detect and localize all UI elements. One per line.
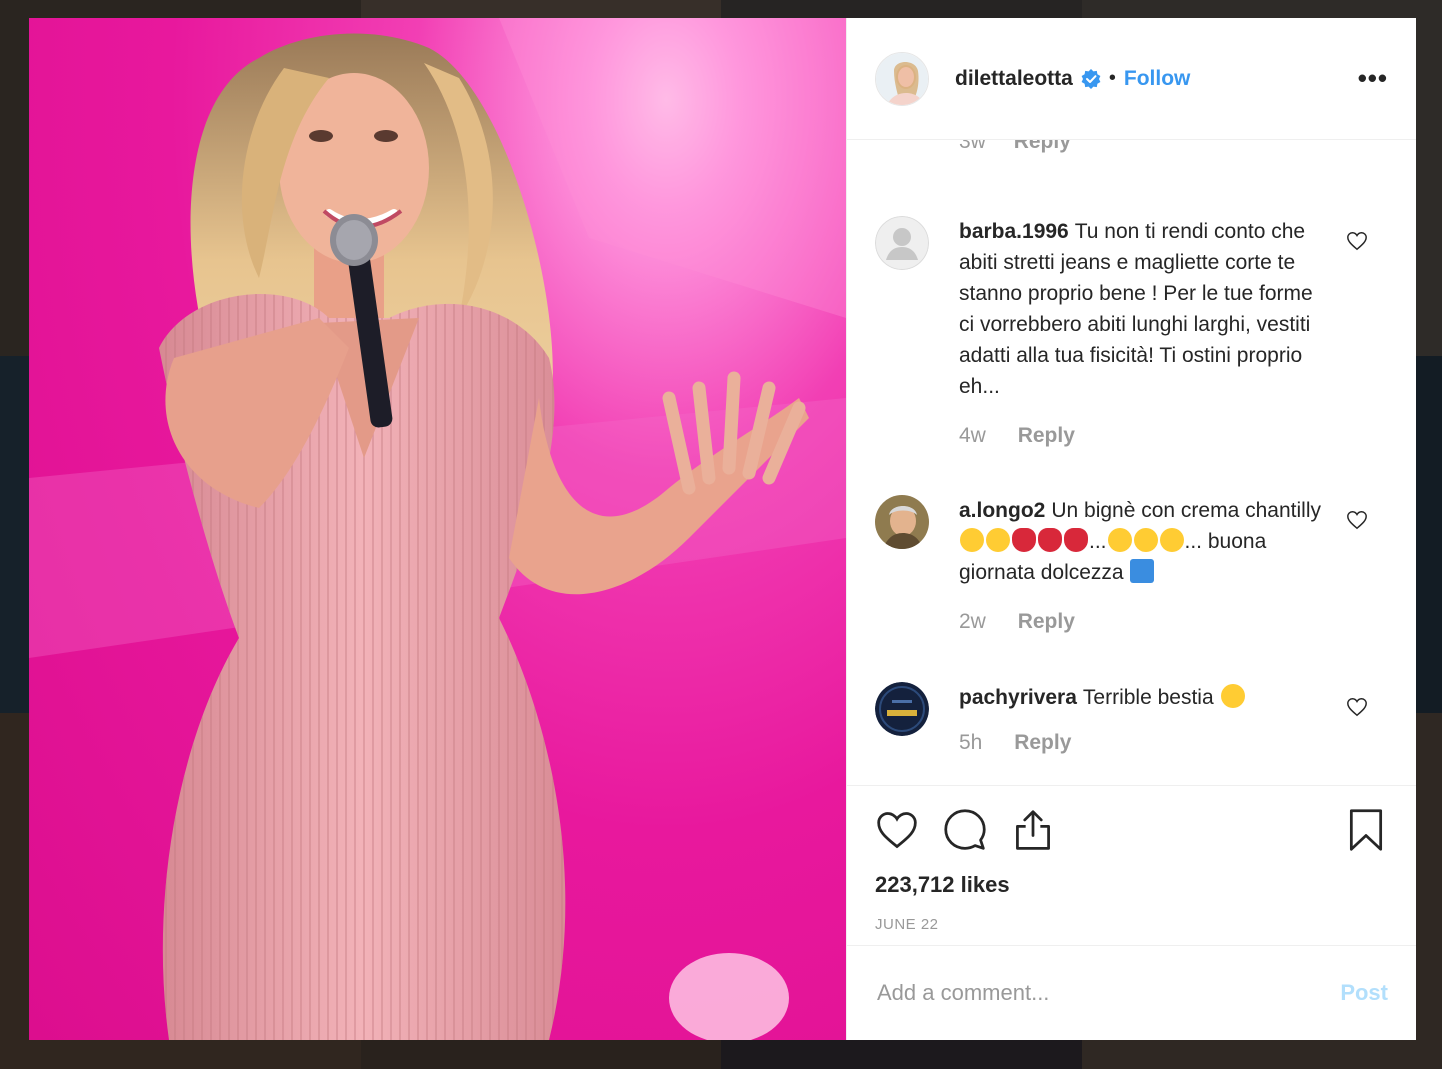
like-comment-heart-icon[interactable]: [1346, 509, 1368, 531]
grinning-emoji-icon: [1133, 528, 1158, 552]
rose-emoji-icon: [1038, 528, 1062, 552]
wink-kiss-emoji-icon: [986, 528, 1010, 552]
comment-time: 4w: [959, 424, 986, 447]
follow-button[interactable]: Follow: [1124, 67, 1191, 91]
comment-message: Terrible bestia: [1082, 686, 1214, 709]
commenter-username[interactable]: a.longo2: [959, 499, 1045, 522]
post-date[interactable]: JUNE 22: [875, 916, 1388, 933]
post-actions: 223,712 likes JUNE 22: [847, 785, 1416, 933]
author-username[interactable]: dilettaleotta: [955, 67, 1073, 91]
comment-item: pachyrivera Terrible bestia 5h Reply: [875, 682, 1388, 755]
comment-text: pachyrivera Terrible bestia: [959, 682, 1328, 713]
comment-time: 2w: [959, 610, 986, 633]
comment-message: Tu non ti rendi conto che abiti stretti …: [959, 220, 1313, 398]
comment-meta: 2w Reply: [959, 610, 1388, 634]
rose-emoji-icon: [1012, 528, 1036, 552]
comment-ellipsis: ...: [1089, 530, 1107, 553]
reply-button[interactable]: Reply: [1018, 424, 1075, 447]
reply-button[interactable]: Reply: [1018, 610, 1075, 633]
comment-text: a.longo2 Un bignè con crema chantilly ...…: [959, 495, 1328, 588]
previous-comment-meta: 3w Reply: [959, 140, 1093, 154]
more-options-icon[interactable]: •••: [1358, 63, 1388, 94]
rose-emoji-icon: [1064, 528, 1088, 552]
post-header: dilettaleotta • Follow •••: [847, 18, 1416, 140]
commenter-avatar[interactable]: [875, 216, 929, 270]
reply-button[interactable]: Reply: [1014, 731, 1071, 754]
commenter-username[interactable]: pachyrivera: [959, 686, 1077, 709]
post-comment-button[interactable]: Post: [1340, 980, 1388, 1006]
action-icons-row: [875, 786, 1388, 874]
comment-item: barba.1996 Tu non ti rendi conto che abit…: [875, 216, 1388, 448]
post-modal: dilettaleotta • Follow ••• 3w Reply barb…: [29, 18, 1416, 1040]
comment-message: Un bignè con crema chantilly: [1051, 499, 1321, 522]
save-bookmark-icon[interactable]: [1344, 808, 1388, 852]
likes-count[interactable]: 223,712 likes: [875, 872, 1388, 898]
like-heart-icon[interactable]: [875, 808, 919, 852]
comment-item: a.longo2 Un bignè con crema chantilly ...…: [875, 495, 1388, 634]
commenter-avatar[interactable]: [875, 682, 929, 736]
comment-bubble-icon[interactable]: [943, 808, 987, 852]
post-side-panel: dilettaleotta • Follow ••• 3w Reply barb…: [846, 18, 1416, 1040]
comments-list[interactable]: 3w Reply barba.1996 Tu non ti rendi conto…: [847, 140, 1416, 785]
comment-text: barba.1996 Tu non ti rendi conto che abit…: [959, 216, 1328, 402]
star-eyes-emoji-icon: [960, 528, 984, 552]
like-comment-heart-icon[interactable]: [1346, 230, 1368, 252]
verified-badge-icon: [1081, 68, 1101, 89]
comment-meta: 4w Reply: [959, 424, 1388, 448]
header-separator: •: [1108, 67, 1116, 89]
like-comment-heart-icon[interactable]: [1346, 696, 1368, 718]
grinning-emoji-icon: [1107, 528, 1132, 552]
post-photo[interactable]: [29, 18, 846, 1040]
top-arrow-emoji-icon: [1130, 559, 1155, 583]
star-eyes-emoji-icon: [1220, 684, 1245, 708]
comment-time: 5h: [959, 731, 983, 754]
comment-meta: 5h Reply: [959, 731, 1388, 755]
comment-ellipsis: ...: [1184, 530, 1203, 553]
grinning-emoji-icon: [1159, 528, 1184, 552]
add-comment-input[interactable]: [875, 979, 1341, 1007]
commenter-avatar[interactable]: [875, 495, 929, 549]
commenter-username[interactable]: barba.1996: [959, 220, 1069, 243]
add-comment-bar: Post: [847, 945, 1416, 1040]
author-avatar[interactable]: [875, 51, 929, 106]
photo-illustration: [29, 18, 846, 1040]
share-icon[interactable]: [1011, 808, 1055, 852]
reply-button[interactable]: Reply: [1014, 140, 1071, 153]
comment-time: 3w: [959, 140, 986, 153]
